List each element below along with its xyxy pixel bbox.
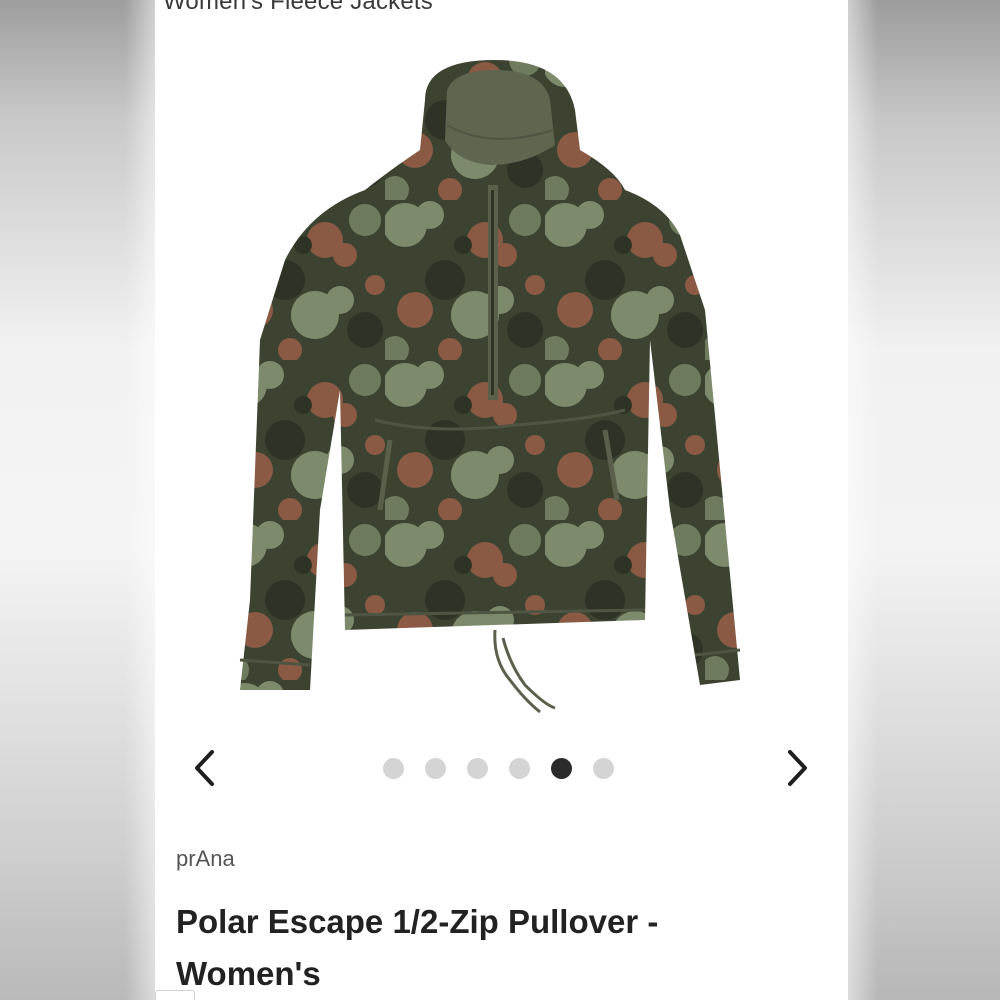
carousel-dot[interactable]	[425, 758, 446, 779]
product-page: Women's Fleece Jackets prAna Polar Escap…	[155, 0, 848, 1000]
carousel-dot[interactable]	[509, 758, 530, 779]
carousel-next-button[interactable]	[777, 748, 817, 788]
partial-control[interactable]	[155, 990, 195, 1000]
product-image	[239, 60, 741, 714]
carousel-dot[interactable]	[383, 758, 404, 779]
chevron-right-icon	[788, 750, 807, 786]
carousel-dot[interactable]	[467, 758, 488, 779]
brand-name[interactable]: prAna	[176, 846, 235, 872]
blurred-background-right	[848, 0, 1000, 1000]
screenshot-frame: Women's Fleece Jackets prAna Polar Escap…	[0, 0, 1000, 1000]
carousel-dot-active[interactable]	[551, 758, 572, 779]
blurred-background-left	[0, 0, 155, 1000]
carousel-dot[interactable]	[593, 758, 614, 779]
chevron-left-icon	[195, 750, 214, 786]
carousel-pagination	[383, 758, 614, 780]
carousel-previous-button[interactable]	[185, 748, 225, 788]
category-breadcrumb[interactable]: Women's Fleece Jackets	[163, 0, 433, 16]
product-title: Polar Escape 1/2-Zip Pullover - Women's	[176, 903, 659, 992]
